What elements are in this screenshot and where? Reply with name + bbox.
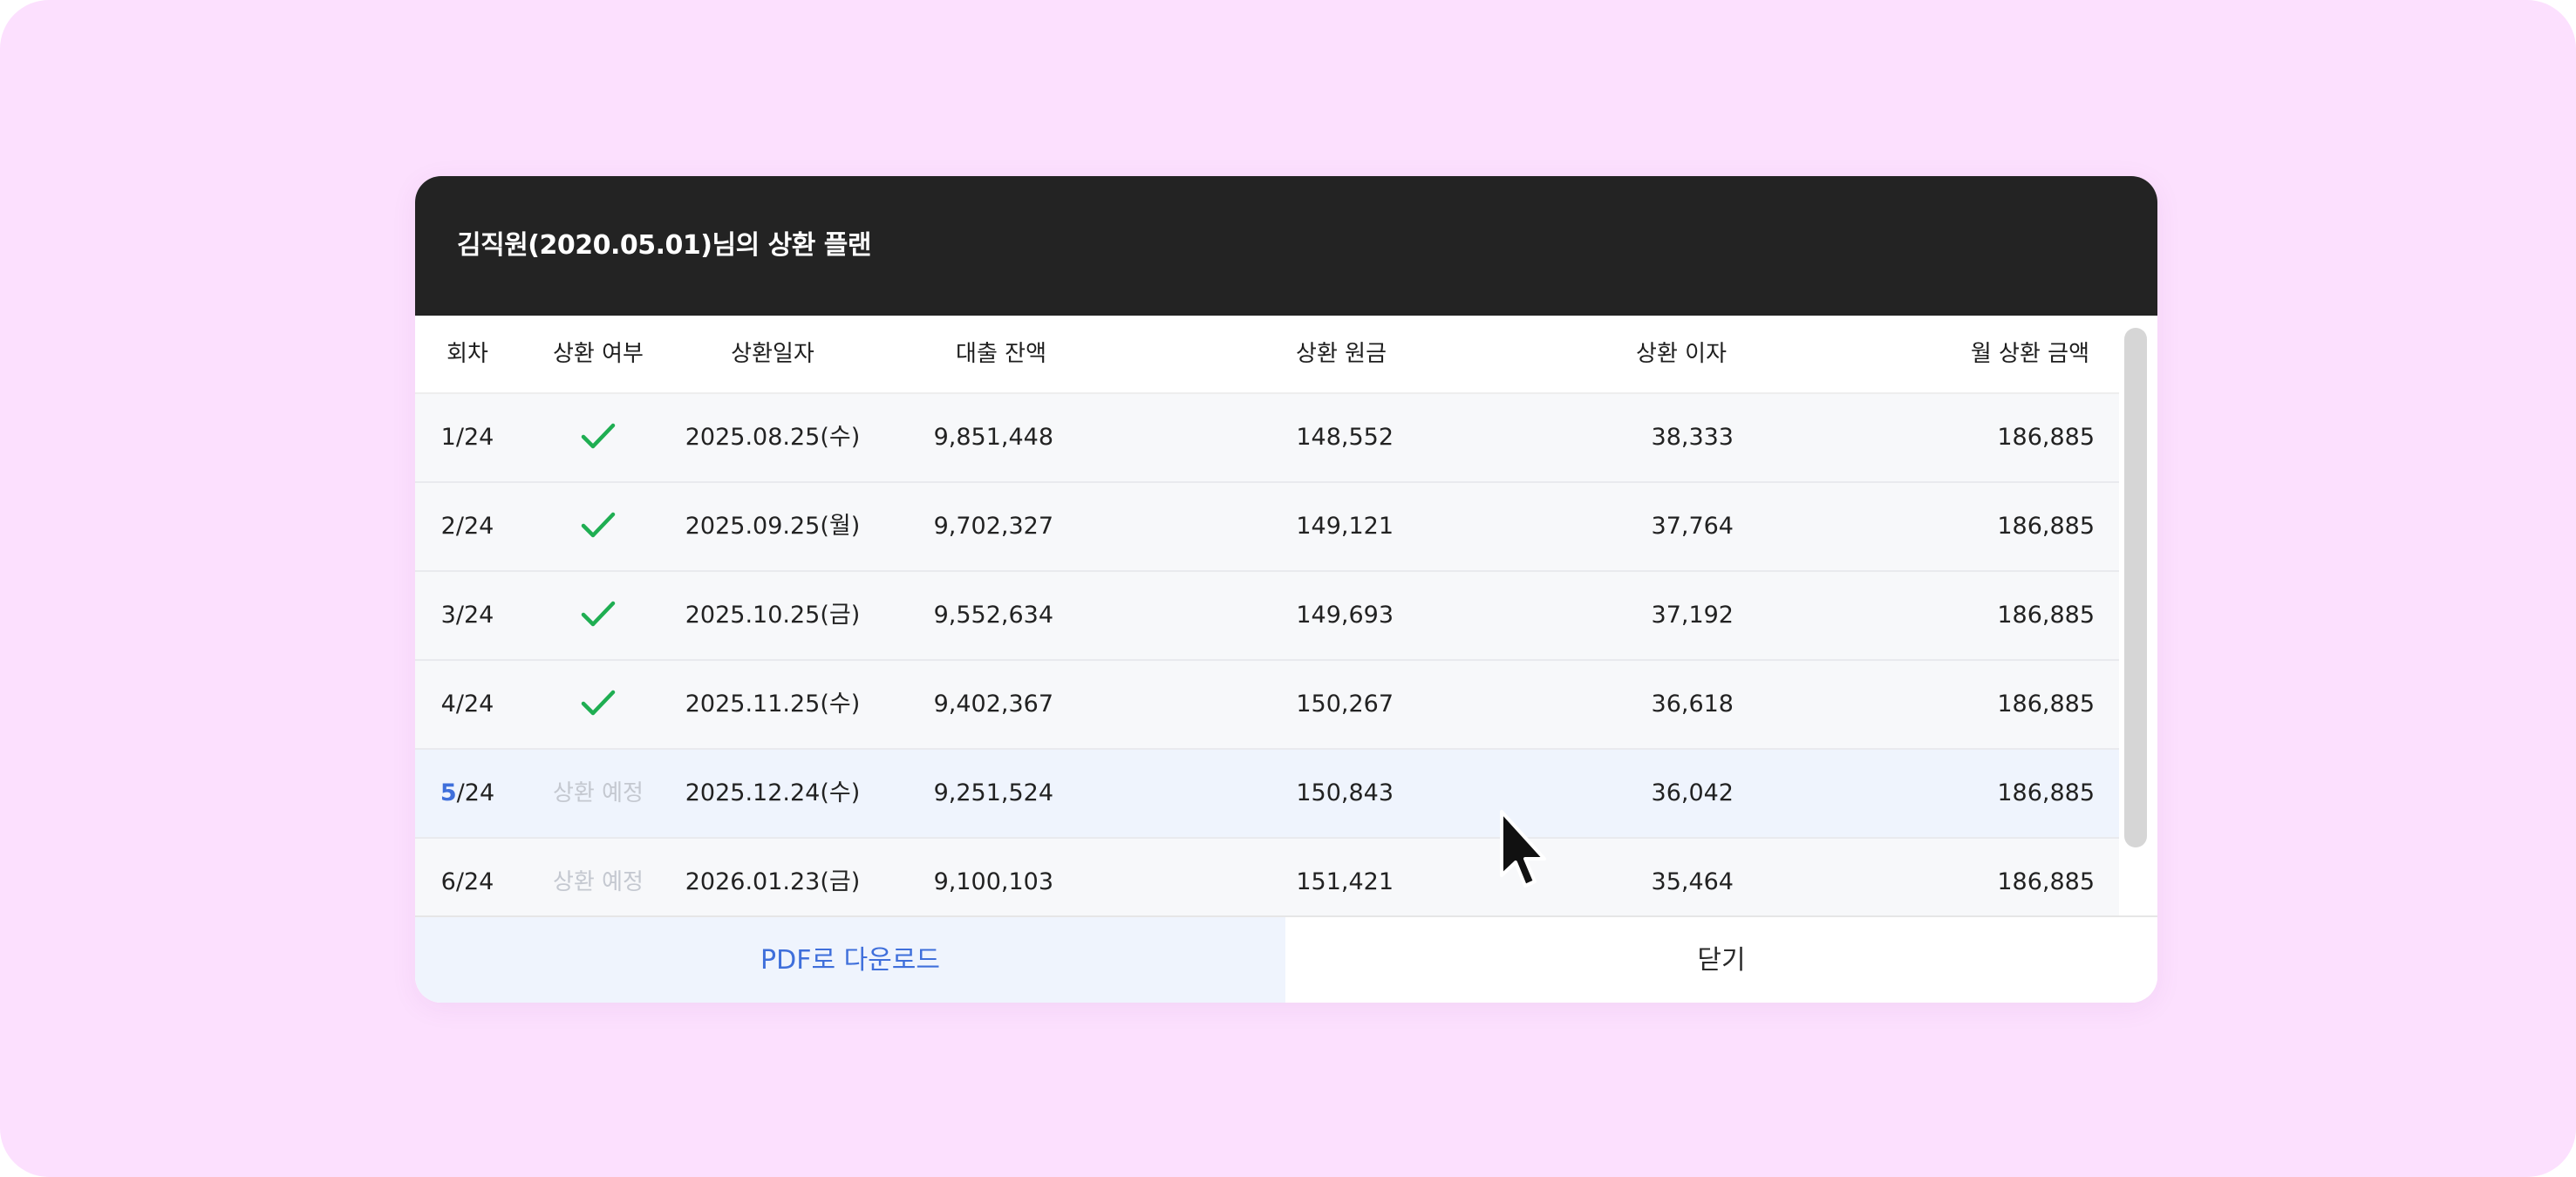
monthly-cell: 186,885 [1997, 868, 2095, 895]
status-planned: 상환 예정 [553, 780, 644, 806]
round-total: /24 [455, 513, 494, 540]
date-cell: 2025.11.25(수) [685, 691, 861, 718]
monthly-cell: 186,885 [1997, 779, 2095, 806]
table-scrollbar[interactable] [2124, 328, 2147, 950]
date-cell: 2026.01.23(금) [685, 868, 861, 895]
interest-cell: 35,464 [1651, 868, 1734, 895]
mouse-cursor-icon [1498, 809, 1550, 893]
status-cell: 상환 예정 [520, 750, 677, 837]
modal-footer: PDF로 다운로드 닫기 [415, 915, 2157, 1003]
status-cell [520, 394, 677, 481]
round-total: /24 [455, 424, 494, 451]
principal-cell: 149,121 [1296, 513, 1394, 540]
principal-cell: 151,421 [1296, 868, 1394, 895]
header-balance: 대출 잔액 [956, 341, 1046, 367]
balance-cell: 9,402,367 [933, 691, 1053, 718]
close-button[interactable]: 닫기 [1285, 917, 2157, 1003]
date-cell: 2025.12.24(수) [685, 779, 861, 806]
table-header-row: 회차 상환 여부 상환일자 대출 잔액 상환 원금 상환 이자 월 상환 금액 [415, 316, 2119, 394]
scrollbar-thumb[interactable] [2124, 328, 2147, 847]
balance-cell: 9,251,524 [933, 779, 1053, 806]
round-cell: 2/24 [415, 483, 520, 570]
header-round: 회차 [446, 341, 488, 367]
modal-title: 김직원(2020.05.01)님의 상환 플랜 [457, 230, 872, 261]
round-cell: 5/24 [415, 750, 520, 837]
round-number-current: 5 [440, 779, 457, 806]
round-total: /24 [455, 602, 494, 629]
check-icon [581, 661, 616, 748]
round-total: /24 [456, 779, 495, 806]
table-row: 6/24 상환 예정 2026.01.23(금) 9,100,103 151,4… [415, 839, 2119, 928]
modal-header: 김직원(2020.05.01)님의 상환 플랜 [415, 176, 2157, 316]
round-total: /24 [455, 691, 494, 718]
header-interest: 상환 이자 [1636, 341, 1727, 367]
check-icon [581, 394, 616, 481]
interest-cell: 36,042 [1651, 779, 1734, 806]
round-number: 4 [440, 691, 456, 718]
balance-cell: 9,702,327 [933, 513, 1053, 540]
check-icon [581, 572, 616, 659]
table-row-current: 5/24 상환 예정 2025.12.24(수) 9,251,524 150,8… [415, 750, 2119, 839]
status-cell [520, 483, 677, 570]
table-row: 2/24 2025.09.25(월) 9,702,327 149,121 37,… [415, 483, 2119, 572]
interest-cell: 36,618 [1651, 691, 1734, 718]
date-cell: 2025.09.25(월) [685, 513, 861, 540]
date-cell: 2025.08.25(수) [685, 424, 861, 451]
status-planned: 상환 예정 [553, 869, 644, 895]
header-principal: 상환 원금 [1296, 341, 1387, 367]
balance-cell: 9,100,103 [933, 868, 1053, 895]
monthly-cell: 186,885 [1997, 424, 2095, 451]
table-row: 1/24 2025.08.25(수) 9,851,448 148,552 38,… [415, 394, 2119, 483]
status-cell: 상환 예정 [520, 839, 677, 926]
round-cell: 3/24 [415, 572, 520, 659]
status-cell [520, 572, 677, 659]
status-cell [520, 661, 677, 748]
interest-cell: 37,764 [1651, 513, 1734, 540]
round-number: 6 [440, 868, 456, 895]
date-cell: 2025.10.25(금) [685, 602, 861, 629]
round-cell: 4/24 [415, 661, 520, 748]
round-cell: 1/24 [415, 394, 520, 481]
principal-cell: 150,267 [1296, 691, 1394, 718]
header-monthly: 월 상환 금액 [1970, 341, 2089, 367]
header-status: 상환 여부 [553, 341, 644, 367]
round-number: 1 [440, 424, 456, 451]
principal-cell: 150,843 [1296, 779, 1394, 806]
round-total: /24 [455, 868, 494, 895]
balance-cell: 9,851,448 [933, 424, 1053, 451]
round-number: 3 [440, 602, 456, 629]
table-row: 4/24 2025.11.25(수) 9,402,367 150,267 36,… [415, 661, 2119, 750]
principal-cell: 148,552 [1296, 424, 1394, 451]
interest-cell: 38,333 [1651, 424, 1734, 451]
monthly-cell: 186,885 [1997, 513, 2095, 540]
check-icon [581, 483, 616, 570]
principal-cell: 149,693 [1296, 602, 1394, 629]
round-cell: 6/24 [415, 839, 520, 926]
repayment-plan-modal: 김직원(2020.05.01)님의 상환 플랜 회차 상환 여부 상환일자 대출… [415, 176, 2157, 1003]
round-number: 2 [440, 513, 456, 540]
pdf-download-button[interactable]: PDF로 다운로드 [415, 917, 1285, 1003]
monthly-cell: 186,885 [1997, 691, 2095, 718]
table-row: 3/24 2025.10.25(금) 9,552,634 149,693 37,… [415, 572, 2119, 661]
header-date: 상환일자 [731, 341, 814, 367]
balance-cell: 9,552,634 [933, 602, 1053, 629]
monthly-cell: 186,885 [1997, 602, 2095, 629]
repayment-table: 회차 상환 여부 상환일자 대출 잔액 상환 원금 상환 이자 월 상환 금액 … [415, 316, 2119, 1003]
interest-cell: 37,192 [1651, 602, 1734, 629]
